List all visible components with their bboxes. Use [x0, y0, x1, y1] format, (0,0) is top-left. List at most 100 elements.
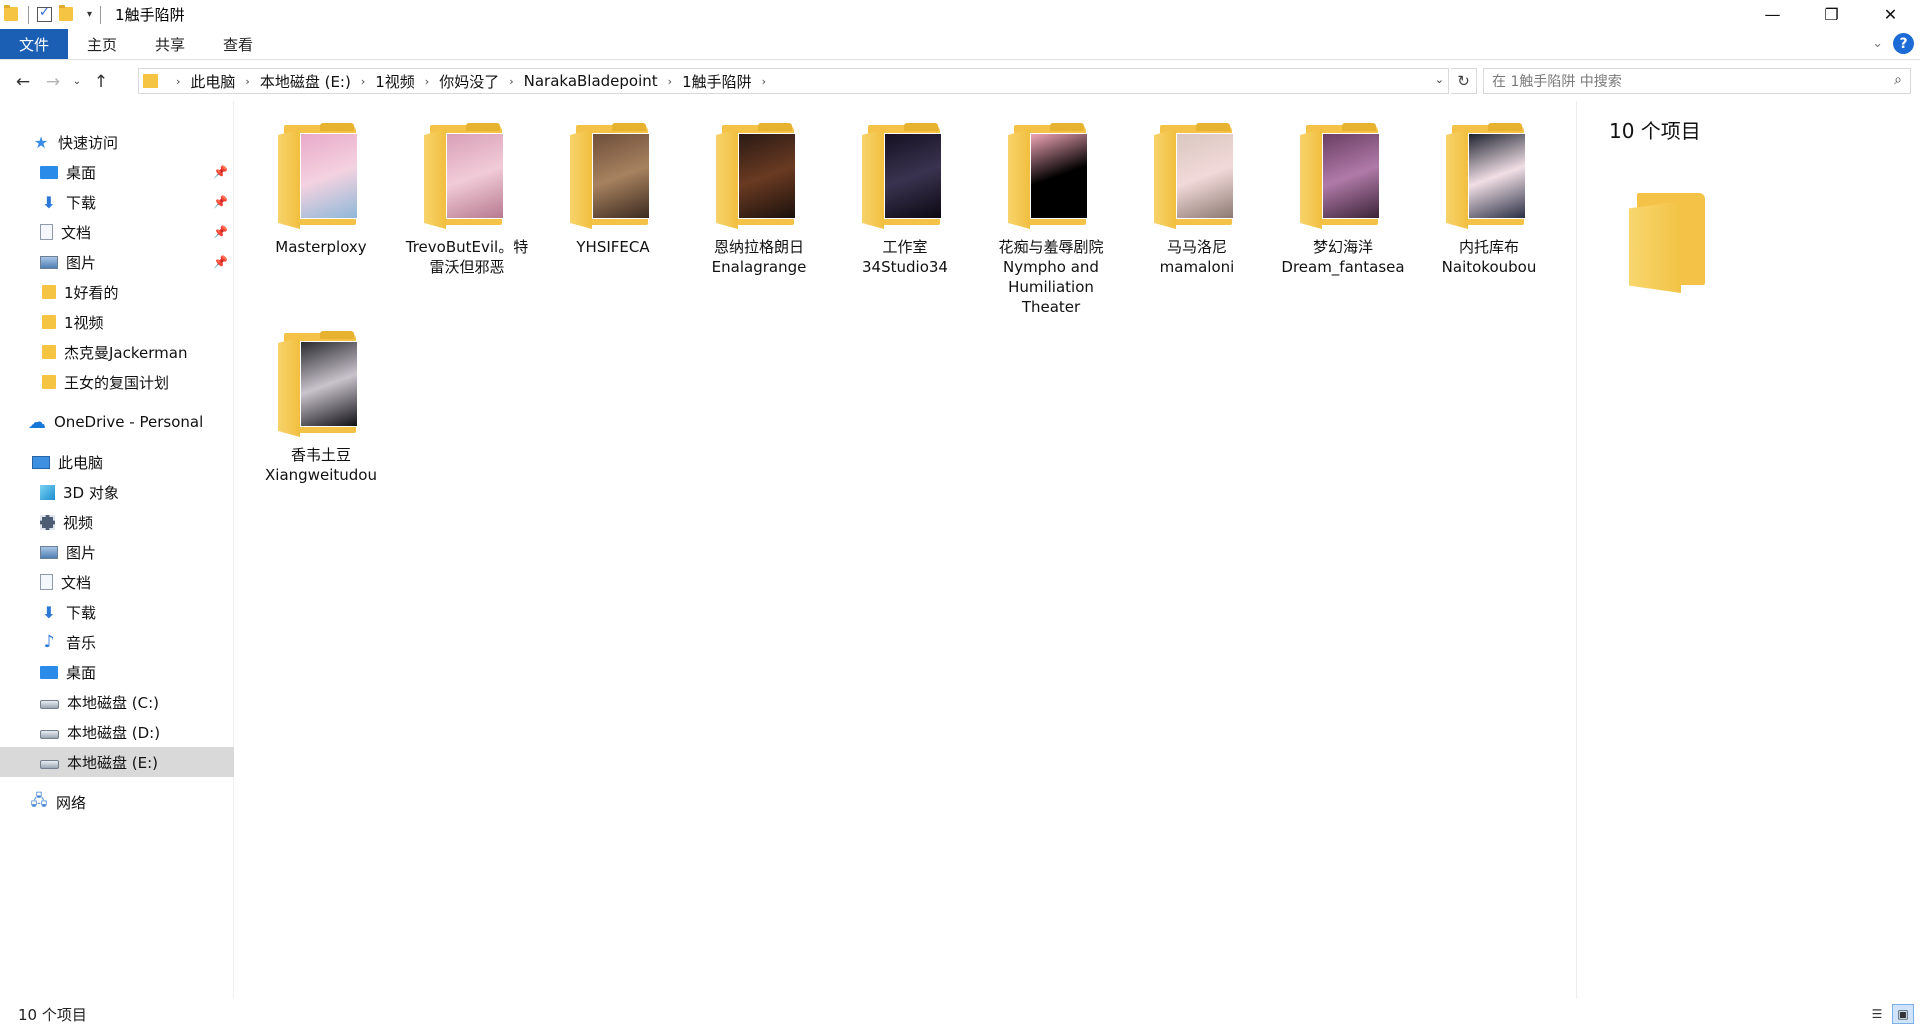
sidebar-item-label: 快速访问 [58, 133, 119, 152]
chevron-right-icon[interactable]: › [425, 75, 429, 88]
breadcrumb-folder-4[interactable]: 你妈没了 [439, 71, 499, 92]
customize-toolbar-button[interactable]: ▾ [87, 9, 92, 20]
item-count-heading: 10 个项目 [1609, 119, 1701, 143]
sidebar-item-label: 杰克曼Jackerman [64, 343, 188, 362]
search-icon[interactable]: ⌕ [1894, 72, 1902, 88]
folder-item[interactable]: 马马洛尼mamaloni [1135, 123, 1259, 277]
pin-icon[interactable]: 📌 [213, 165, 228, 179]
sidebar-item-label: 下载 [66, 193, 97, 212]
folder-item[interactable]: 花痴与羞辱剧院Nympho and Humiliation Theater [989, 123, 1113, 317]
quick-access-toolbar: ▾ [0, 0, 109, 29]
folder-name: YHSIFECA [576, 238, 650, 256]
sidebar-item-music[interactable]: ♪ 音乐 [0, 627, 234, 657]
sidebar-item-pc-pictures[interactable]: 图片 [0, 537, 234, 567]
sidebar-item-documents[interactable]: 文档 📌 [0, 217, 234, 247]
sidebar-item-pc-downloads[interactable]: ⬇ 下载 [0, 597, 234, 627]
folder-name: Masterploxy [275, 238, 367, 256]
minimize-button[interactable]: — [1743, 0, 1802, 29]
sidebar-item-desktop[interactable]: 桌面 📌 [0, 157, 234, 187]
folder-item[interactable]: 恩纳拉格朗日Enalagrange [697, 123, 821, 277]
navigation-pane: ★ 快速访问 桌面 📌 ⬇ 下载 📌 文档 📌 图片 📌 1好看的 1视频 杰克… [0, 101, 234, 999]
properties-icon[interactable] [37, 5, 52, 23]
drive-icon [40, 759, 59, 769]
sidebar-item-label: 文档 [61, 573, 92, 592]
details-view-button[interactable]: ☰ [1866, 1004, 1888, 1024]
chevron-right-icon[interactable]: › [509, 75, 513, 88]
sidebar-item-downloads[interactable]: ⬇ 下载 📌 [0, 187, 234, 217]
sidebar-item-pictures[interactable]: 图片 📌 [0, 247, 234, 277]
help-icon[interactable]: ? [1893, 33, 1914, 54]
chevron-right-icon[interactable]: › [762, 75, 766, 88]
search-input[interactable]: 在 1触手陷阱 中搜索 ⌕ [1483, 68, 1911, 94]
sidebar-item-drive-d[interactable]: 本地磁盘 (D:) [0, 717, 234, 747]
breadcrumb-narakabladepoint[interactable]: NarakaBladepoint [524, 72, 658, 90]
chevron-right-icon[interactable]: › [245, 75, 249, 88]
sidebar-item-label: 图片 [66, 253, 97, 272]
chevron-right-icon[interactable]: › [176, 75, 180, 88]
sidebar-item-3d-objects[interactable]: 3D 对象 [0, 477, 234, 507]
back-button[interactable]: ← [8, 67, 38, 97]
breadcrumb-drive-e[interactable]: 本地磁盘 (E:) [260, 71, 351, 92]
folder-name: 恩纳拉格朗日Enalagrange [711, 238, 807, 276]
sidebar-item-label: 图片 [66, 543, 97, 562]
forward-button[interactable]: → [38, 67, 68, 97]
folder-name: 内托库布Naitokoubou [1441, 238, 1537, 276]
folder-name: 马马洛尼mamaloni [1159, 238, 1235, 276]
sidebar-item-label: 文档 [61, 223, 92, 242]
document-icon [40, 224, 53, 240]
folder-item[interactable]: Masterploxy [259, 123, 383, 257]
sidebar-item-drive-c[interactable]: 本地磁盘 (C:) [0, 687, 234, 717]
large-icons-view-button[interactable]: ▣ [1892, 1004, 1914, 1024]
new-folder-icon[interactable] [59, 4, 73, 23]
up-button[interactable]: ↑ [86, 67, 116, 97]
tab-share[interactable]: 共享 [136, 29, 204, 59]
expand-ribbon-button[interactable]: ⌄ [1872, 36, 1883, 51]
tab-view[interactable]: 查看 [204, 29, 272, 59]
sidebar-item-folder-jackerman[interactable]: 杰克曼Jackerman [0, 337, 234, 367]
chevron-right-icon[interactable]: › [668, 75, 672, 88]
refresh-button[interactable]: ↻ [1451, 68, 1477, 94]
folder-item[interactable]: 内托库布Naitokoubou [1427, 123, 1551, 277]
folder-item[interactable]: YHSIFECA [551, 123, 675, 257]
breadcrumb-this-pc[interactable]: 此电脑 [190, 71, 235, 92]
folder-name: TrevoButEvil。特雷沃但邪恶 [405, 238, 529, 276]
pin-icon[interactable]: 📌 [213, 195, 228, 209]
tab-home[interactable]: 主页 [68, 29, 136, 59]
sidebar-item-network[interactable]: 🖧 网络 [0, 787, 234, 817]
sidebar-item-this-pc[interactable]: 此电脑 [0, 447, 234, 477]
sidebar-item-onedrive[interactable]: ☁ OneDrive - Personal [0, 407, 234, 437]
breadcrumb-1video[interactable]: 1视频 [375, 71, 415, 92]
tab-file[interactable]: 文件 [0, 29, 68, 59]
address-bar[interactable]: › 此电脑 › 本地磁盘 (E:) › 1视频 › 你妈没了 › NarakaB… [138, 68, 1449, 94]
sidebar-item-label: 音乐 [66, 633, 97, 652]
pin-icon[interactable]: 📌 [213, 255, 228, 269]
cloud-icon: ☁ [28, 411, 46, 433]
pin-icon[interactable]: 📌 [213, 225, 228, 239]
sidebar-item-videos[interactable]: 视频 [0, 507, 234, 537]
folder-thumbnail-icon [1446, 123, 1532, 229]
breadcrumb-current[interactable]: 1触手陷阱 [682, 71, 752, 92]
view-switcher: ☰ ▣ [1866, 1004, 1914, 1024]
sidebar-item-folder-princess[interactable]: 王女的复国计划 [0, 367, 234, 397]
network-icon: 🖧 [30, 790, 48, 809]
sidebar-item-folder-1haokande[interactable]: 1好看的 [0, 277, 234, 307]
sidebar-item-pc-documents[interactable]: 文档 [0, 567, 234, 597]
address-history-button[interactable]: ⌄ [1435, 73, 1444, 86]
folder-item[interactable]: 梦幻海洋Dream_fantasea [1281, 123, 1405, 277]
folder-item[interactable]: TrevoButEvil。特雷沃但邪恶 [405, 123, 529, 277]
folder-item[interactable]: 工作室34Studio34 [843, 123, 967, 277]
sidebar-item-label: 桌面 [66, 163, 97, 182]
recent-locations-button[interactable]: ⌄ [68, 67, 86, 97]
desktop-icon [40, 665, 58, 679]
close-button[interactable]: ✕ [1861, 0, 1920, 29]
folder-thumbnail-icon [278, 331, 364, 437]
folder-item[interactable]: 香韦土豆Xiangweitudou [259, 331, 383, 485]
maximize-button[interactable]: ❐ [1802, 0, 1861, 29]
chevron-right-icon[interactable]: › [361, 75, 365, 88]
sidebar-item-quick-access[interactable]: ★ 快速访问 [0, 127, 234, 157]
sidebar-item-folder-1video[interactable]: 1视频 [0, 307, 234, 337]
sidebar-item-pc-desktop[interactable]: 桌面 [0, 657, 234, 687]
sidebar-item-drive-e[interactable]: 本地磁盘 (E:) [0, 747, 234, 777]
folder-name: 花痴与羞辱剧院Nympho and Humiliation Theater [998, 238, 1104, 316]
folder-thumbnail-icon [424, 123, 510, 229]
